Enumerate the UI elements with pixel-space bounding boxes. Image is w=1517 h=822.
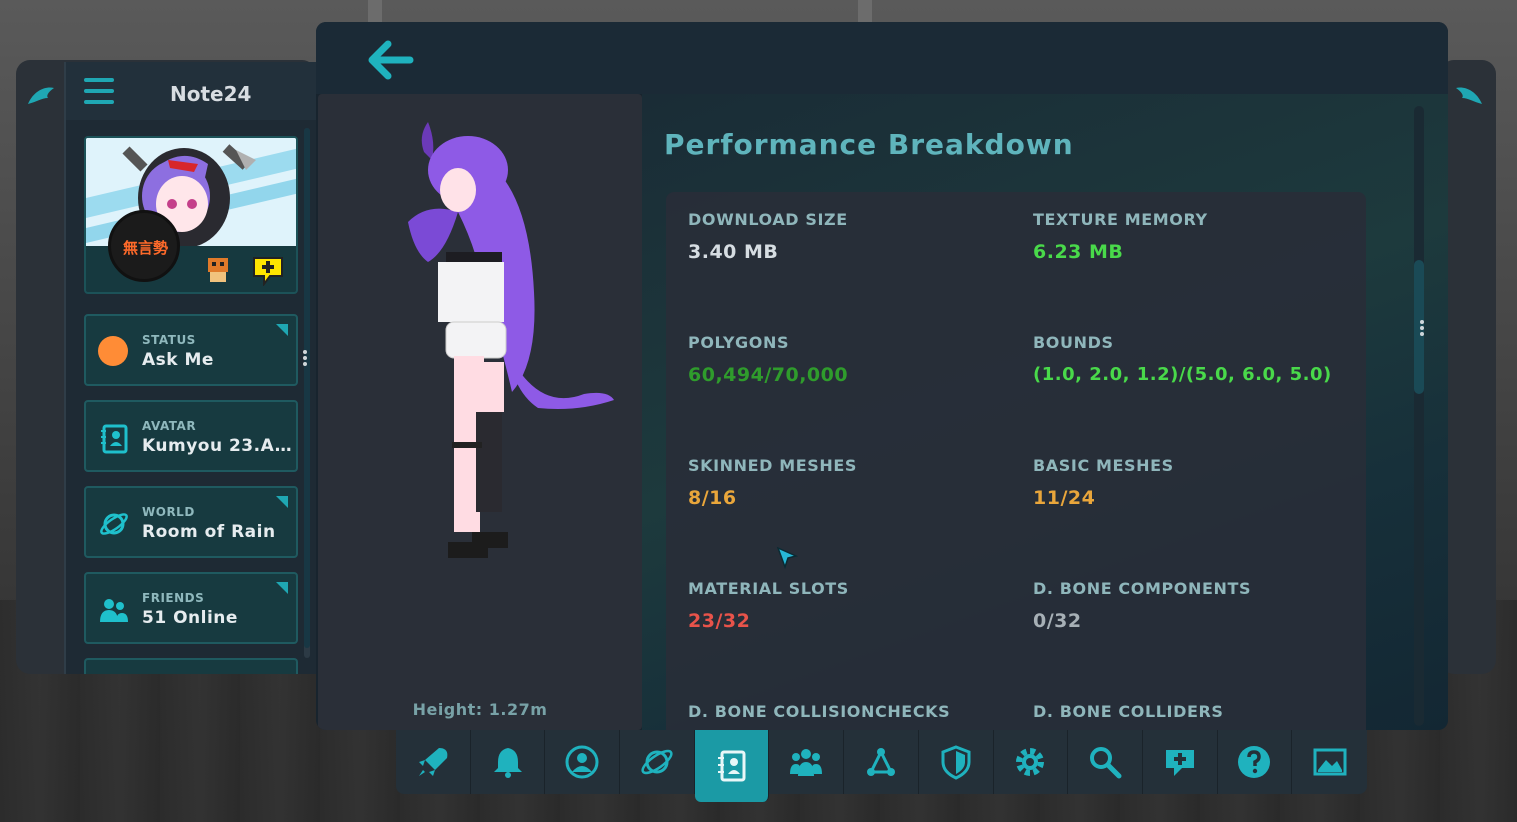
status-dot-icon [98, 336, 128, 366]
bell-icon [493, 748, 522, 778]
tab-safety[interactable] [918, 730, 994, 794]
stat-label: DOWNLOAD SIZE [688, 210, 848, 229]
performance-title: Performance Breakdown [664, 128, 1074, 161]
help-icon [1238, 746, 1271, 778]
profile-badge-icon: 無言勢 [108, 210, 180, 282]
avatar-details-window: Height: 1.27m Performance Breakdown DOWN… [316, 22, 1448, 730]
groups-icon [866, 748, 895, 776]
avatar-height: Height: 1.27m [412, 700, 548, 719]
world-label: WORLD [142, 505, 195, 519]
stat-value: 11/24 [1033, 487, 1096, 509]
avatar-card[interactable]: AVATAR Kumyou 23.A... [84, 400, 298, 472]
performance-stats-panel: DOWNLOAD SIZE 3.40 MB TEXTURE MEMORY 6.2… [666, 192, 1366, 730]
stat-dbone-components: D. BONE COMPONENTS 0/32 [1033, 579, 1353, 632]
avatar-label: AVATAR [142, 419, 197, 433]
profile-icon [565, 745, 599, 779]
quick-menu-panel: Note24 無言勢 STATUS Ask Me AVATAR Kumyou 2… [64, 62, 318, 674]
friends-icon [100, 599, 128, 622]
status-value: Ask Me [142, 350, 214, 370]
rocket-icon [418, 748, 448, 776]
stat-value: 23/32 [688, 610, 751, 632]
stats-scrollbar[interactable] [1414, 106, 1424, 726]
worlds-icon [641, 749, 673, 775]
pet-badge-icon [208, 258, 228, 282]
stat-value: 6.23 MB [1033, 241, 1124, 263]
stat-material-slots: MATERIAL SLOTS 23/32 [688, 579, 1008, 632]
stat-dbone-collisionchecks: D. BONE COLLISIONCHECKS [688, 702, 1008, 721]
status-label: STATUS [142, 333, 196, 347]
avatar-model-image [408, 122, 614, 558]
stat-basic-meshes: BASIC MESHES 11/24 [1033, 456, 1353, 509]
stat-download-size: DOWNLOAD SIZE 3.40 MB [688, 210, 1008, 263]
expand-corner-icon [276, 496, 288, 508]
gallery-icon [1313, 748, 1347, 776]
stat-value: 3.40 MB [688, 241, 779, 263]
stat-label: MATERIAL SLOTS [688, 579, 849, 598]
search-icon [1090, 747, 1122, 779]
avatar-value: Kumyou 23.A... [142, 436, 292, 456]
status-card[interactable]: STATUS Ask Me [84, 314, 298, 386]
stat-label: D. BONE COMPONENTS [1033, 579, 1252, 598]
chat-add-icon [1165, 750, 1194, 776]
stat-value: (1.0, 2.0, 1.2)/(5.0, 6.0, 5.0) [1033, 364, 1332, 385]
tab-chat[interactable] [1142, 730, 1218, 794]
planet-icon [100, 513, 128, 535]
stat-label: POLYGONS [688, 333, 790, 352]
tab-social[interactable] [769, 730, 845, 794]
expand-corner-icon [276, 582, 288, 594]
main-toolbar [396, 730, 1368, 802]
pointer-cursor-icon [776, 546, 798, 570]
stat-dbone-colliders: D. BONE COLLIDERS [1033, 702, 1353, 721]
hamburger-menu-icon[interactable] [84, 78, 114, 108]
avatar-preview[interactable]: Height: 1.27m [318, 94, 642, 730]
settings-gear-icon [1016, 748, 1045, 776]
tab-help[interactable] [1217, 730, 1293, 794]
tab-worlds[interactable] [620, 730, 695, 794]
quick-menu-right-wing [1440, 60, 1496, 674]
stat-label: BASIC MESHES [1033, 456, 1174, 475]
stat-label: SKINNED MESHES [688, 456, 858, 475]
avatars-icon [717, 750, 746, 782]
stat-label: TEXTURE MEMORY [1033, 210, 1208, 229]
add-bio-icon[interactable] [250, 254, 286, 286]
stat-value: 60,494/70,000 [688, 364, 849, 386]
next-card[interactable] [84, 658, 298, 674]
friends-label: FRIENDS [142, 591, 205, 605]
world-value: Room of Rain [142, 522, 276, 542]
world-card[interactable]: WORLD Room of Rain [84, 486, 298, 558]
tab-avatars[interactable] [694, 730, 770, 802]
quick-menu-scrollbar[interactable] [304, 128, 310, 658]
stat-value: 0/32 [1033, 610, 1082, 632]
stat-label: BOUNDS [1033, 333, 1114, 352]
social-icon [790, 749, 823, 776]
tab-launchpad[interactable] [396, 730, 471, 794]
stat-value: 8/16 [688, 487, 737, 509]
expand-corner-icon [276, 324, 288, 336]
avatar-card-icon [101, 424, 128, 454]
wing-icon[interactable] [1454, 84, 1484, 110]
quick-menu-header: Note24 [66, 62, 318, 120]
profile-card[interactable]: 無言勢 [84, 136, 298, 294]
stat-texture-memory: TEXTURE MEMORY 6.23 MB [1033, 210, 1353, 263]
friends-card[interactable]: FRIENDS 51 Online [84, 572, 298, 644]
stat-label: D. BONE COLLISIONCHECKS [688, 702, 951, 721]
stat-bounds: BOUNDS (1.0, 2.0, 1.2)/(5.0, 6.0, 5.0) [1033, 333, 1363, 385]
tab-notifications[interactable] [470, 730, 546, 794]
tab-search[interactable] [1068, 730, 1143, 794]
window-topbar [316, 22, 1448, 94]
friends-value: 51 Online [142, 608, 238, 628]
more-options-icon[interactable] [303, 350, 309, 368]
tab-groups[interactable] [844, 730, 919, 794]
tab-settings[interactable] [993, 730, 1069, 794]
stat-label: D. BONE COLLIDERS [1033, 702, 1224, 721]
safety-shield-icon [941, 745, 971, 780]
wing-icon[interactable] [26, 84, 56, 110]
stat-skinned-meshes: SKINNED MESHES 8/16 [688, 456, 1008, 509]
more-options-icon[interactable] [1420, 320, 1426, 338]
back-arrow-icon[interactable] [366, 40, 414, 80]
tab-gallery[interactable] [1292, 730, 1367, 794]
stat-polygons: POLYGONS 60,494/70,000 [688, 333, 1008, 386]
username: Note24 [170, 82, 252, 106]
tab-profile[interactable] [545, 730, 621, 794]
